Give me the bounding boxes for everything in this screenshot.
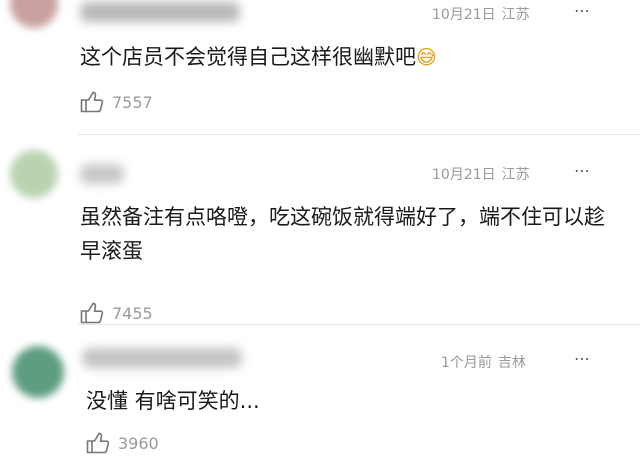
username-blurred[interactable] xyxy=(82,348,242,368)
like-count: 7557 xyxy=(112,92,153,112)
comment-text: 这个店员不会觉得自己这样很幽默吧😅 xyxy=(80,40,620,74)
username-blurred[interactable] xyxy=(80,2,240,22)
comment-location: 江苏 xyxy=(501,7,530,23)
comment-body: 这个店员不会觉得自己这样很幽默吧 xyxy=(80,45,416,69)
like-button[interactable]: 3960 xyxy=(86,432,159,454)
more-dots-icon[interactable]: ⋯ xyxy=(574,349,591,368)
thumbs-up-icon xyxy=(86,432,110,454)
comment-meta: 10月21日 江苏 xyxy=(432,4,530,24)
comment-time: 10月21日 xyxy=(432,7,496,23)
more-dots-icon[interactable]: ⋯ xyxy=(574,1,591,20)
like-button[interactable]: 7557 xyxy=(80,91,153,113)
thumbs-up-icon xyxy=(80,302,104,324)
more-dots-icon[interactable]: ⋯ xyxy=(574,161,591,180)
comment-location: 吉林 xyxy=(497,355,526,371)
comment-location: 江苏 xyxy=(501,167,530,183)
avatar[interactable] xyxy=(10,0,58,28)
like-button[interactable]: 7455 xyxy=(80,302,153,324)
avatar[interactable] xyxy=(12,346,64,398)
thumbs-up-icon xyxy=(80,91,104,113)
comment-item: 10月21日 江苏 ⋯ 虽然备注有点咯噔，吃这碗饭就得端好了，端不住可以趁早滚蛋 … xyxy=(0,134,640,324)
avatar[interactable] xyxy=(10,150,58,198)
comment-item: 10月21日 江苏 ⋯ 这个店员不会觉得自己这样很幽默吧😅 7557 xyxy=(0,0,640,134)
like-count: 3960 xyxy=(118,433,159,453)
comment-text: 虽然备注有点咯噔，吃这碗饭就得端好了，端不住可以趁早滚蛋 xyxy=(80,205,605,263)
comment-item: 1个月前 吉林 ⋯ 没懂 有啥可笑的... 3960 xyxy=(0,324,640,466)
sweat-smile-emoji: 😅 xyxy=(416,45,437,69)
comment-meta: 1个月前 吉林 xyxy=(441,352,526,372)
username-blurred[interactable] xyxy=(80,164,124,184)
comment-meta: 10月21日 江苏 xyxy=(432,164,530,184)
comment-text: 没懂 有啥可笑的... xyxy=(86,389,260,413)
like-count: 7455 xyxy=(112,303,153,323)
comment-time: 1个月前 xyxy=(441,355,492,371)
comment-time: 10月21日 xyxy=(432,167,496,183)
